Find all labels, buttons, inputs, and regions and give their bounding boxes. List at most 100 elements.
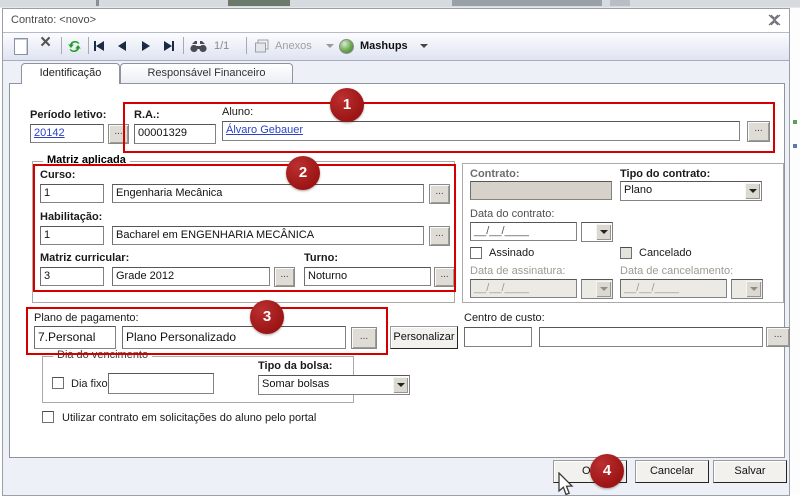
- curso-code-input[interactable]: 1: [40, 184, 104, 203]
- callout-3: 3: [250, 300, 284, 334]
- data-cancelamento-date-picker: [731, 279, 763, 299]
- centro-custo-name-input[interactable]: [539, 327, 763, 347]
- chevron-down-icon[interactable]: [596, 224, 611, 240]
- tipo-bolsa-label: Tipo da bolsa:: [258, 360, 332, 372]
- centro-custo-code-input[interactable]: [464, 327, 532, 347]
- chevron-down-icon: [746, 281, 761, 297]
- next-record-icon: [142, 41, 150, 51]
- mashups-dropdown[interactable]: [420, 37, 428, 55]
- habilitacao-name-input[interactable]: Bacharel em ENGENHARIA MECÂNICA: [112, 226, 424, 245]
- anexos-label: Anexos: [275, 40, 312, 52]
- assinado-checkbox[interactable]: [470, 247, 482, 259]
- aluno-input[interactable]: Álvaro Gebauer: [222, 121, 740, 141]
- background-fragment: [793, 120, 797, 124]
- background-right-strip: [789, 8, 800, 494]
- new-record-button[interactable]: [14, 37, 28, 55]
- centro-custo-label: Centro de custo:: [464, 312, 545, 324]
- attachments-icon: [254, 39, 270, 54]
- curso-browse-button[interactable]: ...: [429, 184, 450, 204]
- data-contrato-input[interactable]: __/__/____: [470, 222, 577, 241]
- search-button[interactable]: [190, 37, 207, 55]
- chevron-down-icon: [326, 44, 334, 48]
- mashups-button[interactable]: Mashups: [339, 37, 408, 55]
- nav-first-button[interactable]: [94, 37, 104, 55]
- salvar-button[interactable]: Salvar: [713, 460, 787, 483]
- anexos-dropdown[interactable]: [326, 37, 334, 55]
- tipo-contrato-select[interactable]: Plano: [620, 181, 762, 201]
- cancelar-button[interactable]: Cancelar: [635, 460, 709, 483]
- ra-input[interactable]: 00001329: [134, 124, 216, 144]
- toolbar-separator: [246, 37, 247, 54]
- data-assinatura-label: Data de assinatura:: [470, 265, 565, 277]
- callout-1: 1: [330, 88, 364, 122]
- record-counter: 1/1: [214, 37, 229, 55]
- background-fragment: [610, 0, 630, 6]
- turno-browse-button[interactable]: ...: [434, 267, 455, 287]
- toolbar-separator: [61, 37, 62, 54]
- periodo-letivo-label: Período letivo:: [30, 109, 106, 121]
- tipo-bolsa-select[interactable]: Somar bolsas: [258, 375, 410, 395]
- matriz-curricular-name-input[interactable]: Grade 2012: [112, 267, 270, 286]
- nav-last-button[interactable]: [164, 37, 174, 55]
- data-contrato-date-picker[interactable]: [581, 222, 613, 242]
- background-fragment: [228, 0, 290, 6]
- background-page-strip: [0, 0, 800, 8]
- chevron-down-icon[interactable]: [745, 183, 760, 199]
- data-cancelamento-input: __/__/____: [620, 279, 727, 298]
- matriz-aplicada-group-label: Matriz aplicada: [43, 154, 130, 166]
- turno-label: Turno:: [304, 252, 338, 264]
- data-cancelamento-label: Data de cancelamento:: [620, 265, 733, 277]
- matriz-curricular-code-input[interactable]: 3: [40, 267, 104, 286]
- data-assinatura-date-picker: [581, 279, 613, 299]
- dia-vencimento-group-label: Dia do vencimento: [53, 349, 152, 361]
- habilitacao-browse-button[interactable]: ...: [429, 226, 450, 246]
- nav-previous-button[interactable]: [118, 37, 126, 55]
- dia-fixo-label: Dia fixo: [71, 378, 108, 390]
- dia-fixo-checkbox[interactable]: [52, 377, 64, 389]
- refresh-icon: [67, 39, 82, 54]
- periodo-letivo-browse-button[interactable]: ...: [108, 124, 129, 144]
- chevron-down-icon: [596, 281, 611, 297]
- tab-responsavel-financeiro[interactable]: Responsável Financeiro: [120, 63, 293, 83]
- last-record-icon: [164, 41, 172, 51]
- tipo-contrato-label: Tipo do contrato:: [620, 168, 710, 180]
- binoculars-icon: [190, 40, 207, 53]
- personalizar-button[interactable]: Personalizar: [390, 326, 458, 349]
- contrato-label: Contrato:: [470, 168, 520, 180]
- portal-checkbox[interactable]: [42, 411, 54, 423]
- nav-next-button[interactable]: [142, 37, 150, 55]
- mashups-label: Mashups: [360, 40, 408, 52]
- matriz-curricular-browse-button[interactable]: ...: [274, 267, 295, 287]
- delete-record-button[interactable]: ×: [40, 34, 51, 52]
- turno-input[interactable]: Noturno: [304, 267, 431, 286]
- refresh-button[interactable]: [67, 37, 82, 55]
- dia-fixo-input[interactable]: [108, 373, 214, 394]
- background-fragment: [793, 144, 797, 148]
- chevron-down-icon: [420, 44, 428, 48]
- chevron-down-icon[interactable]: [393, 377, 408, 393]
- plano-pagamento-browse-button[interactable]: ...: [351, 327, 377, 349]
- contrato-input: [470, 181, 612, 200]
- ra-label: R.A.:: [134, 109, 160, 121]
- habilitacao-code-input[interactable]: 1: [40, 226, 104, 245]
- assinado-label: Assinado: [489, 247, 534, 259]
- background-fragment: [96, 0, 99, 6]
- callout-2: 2: [286, 156, 320, 190]
- curso-name-input[interactable]: Engenharia Mecânica: [112, 184, 424, 203]
- background-fragment: [452, 0, 602, 6]
- matriz-curricular-label: Matriz curricular:: [40, 252, 129, 264]
- cancelado-checkbox[interactable]: [620, 247, 632, 259]
- periodo-letivo-input[interactable]: 20142: [30, 124, 104, 143]
- anexos-button[interactable]: Anexos: [254, 37, 312, 55]
- centro-custo-browse-button[interactable]: ...: [766, 327, 790, 347]
- new-document-icon: [14, 38, 28, 55]
- plano-pagamento-code-input[interactable]: 7.Personal: [34, 326, 116, 349]
- title-bar: Contrato: <novo>: [3, 9, 789, 32]
- tab-identificacao[interactable]: Identificação: [21, 63, 120, 84]
- contract-dialog: Contrato: <novo> ×: [2, 8, 790, 496]
- cancelado-label: Cancelado: [639, 247, 692, 259]
- close-icon[interactable]: [768, 14, 781, 26]
- habilitacao-label: Habilitação:: [40, 211, 102, 223]
- plano-pagamento-name-input[interactable]: Plano Personalizado: [122, 326, 346, 349]
- aluno-browse-button[interactable]: ...: [747, 121, 770, 142]
